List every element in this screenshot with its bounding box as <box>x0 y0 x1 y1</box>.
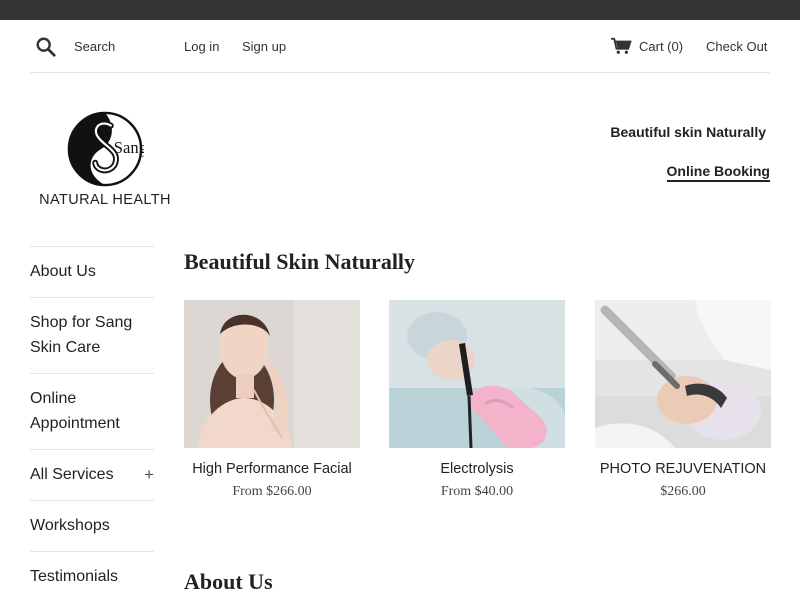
sidebar-item-label: Shop for Sang Skin Care <box>30 314 133 356</box>
product-card[interactable]: Electrolysis From $40.00 <box>389 300 565 500</box>
sidebar-item-testimonials[interactable]: Testimonials <box>30 551 154 600</box>
site-header: Search Log in Sign up Cart (0) Check Out <box>30 20 770 73</box>
login-link[interactable]: Log in <box>184 39 219 54</box>
product-image-photo-rejuvenation[interactable] <box>595 300 771 448</box>
product-title[interactable]: High Performance Facial <box>184 461 360 477</box>
cart-link[interactable]: Cart (0) <box>639 39 683 54</box>
product-price: From $266.00 <box>232 484 312 499</box>
logo-monogram: Sang <box>114 138 144 157</box>
sidebar-item-label: Workshops <box>30 517 110 534</box>
plus-icon[interactable]: + <box>144 462 154 487</box>
sidebar-nav: About Us Shop for Sang Skin Care Online … <box>30 246 154 600</box>
product-price: From $40.00 <box>440 484 514 499</box>
product-image-electrolysis[interactable] <box>389 300 565 448</box>
sidebar-item-about-us[interactable]: About Us <box>30 246 154 297</box>
product-price: $266.00 <box>660 484 706 499</box>
product-card[interactable]: PHOTO REJUVENATION $266.00 <box>595 300 771 500</box>
cart-icon[interactable] <box>610 37 632 55</box>
sidebar-item-online-appointment[interactable]: Online Appointment <box>30 373 154 449</box>
section-title: Beautiful Skin Naturally <box>184 249 416 274</box>
search-icon[interactable] <box>35 36 57 58</box>
sidebar-item-all-services[interactable]: All Services + <box>30 449 154 500</box>
sidebar-item-label: All Services <box>30 466 114 483</box>
sidebar-item-workshops[interactable]: Workshops <box>30 500 154 551</box>
sidebar-item-label: About Us <box>30 263 96 280</box>
about-section-title: About Us <box>184 569 273 594</box>
signup-link[interactable]: Sign up <box>242 39 286 54</box>
sidebar-item-label: Testimonials <box>30 568 119 585</box>
checkout-link[interactable]: Check Out <box>706 39 767 54</box>
product-image-facial[interactable] <box>184 300 360 448</box>
sidebar-item-label: Online Appointment <box>30 390 120 432</box>
sang-logo-mark: Sang <box>67 111 144 187</box>
product-title[interactable]: PHOTO REJUVENATION <box>595 461 771 477</box>
search-input[interactable]: Search <box>74 39 115 54</box>
header-tagline: Beautiful skin Naturally <box>610 124 766 140</box>
top-announcement-bar <box>0 0 800 20</box>
product-title[interactable]: Electrolysis <box>389 461 565 477</box>
sidebar-item-shop[interactable]: Shop for Sang Skin Care <box>30 297 154 373</box>
product-card[interactable]: High Performance Facial From $266.00 <box>184 300 360 500</box>
site-logo[interactable]: Sang NATURAL HEALTH <box>34 110 176 212</box>
online-booking-link[interactable]: Online Booking <box>666 163 770 182</box>
logo-wordmark: NATURAL HEALTH <box>39 192 171 208</box>
